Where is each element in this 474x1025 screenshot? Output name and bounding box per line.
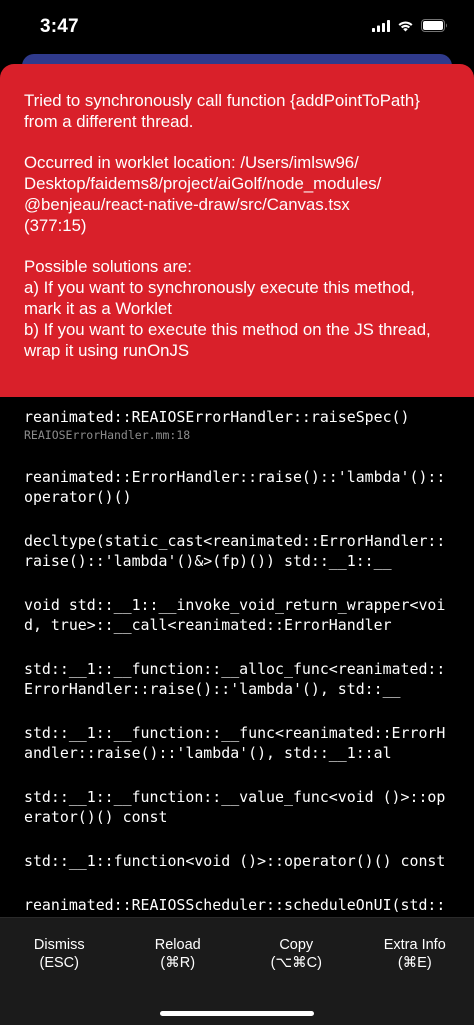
signal-icon <box>372 19 390 32</box>
status-icons <box>372 19 448 32</box>
stack-frame[interactable]: std::__1::__function::__value_func<void … <box>24 787 450 827</box>
extra-info-shortcut: (⌘E) <box>397 955 432 971</box>
error-message: Tried to synchronously call function {ad… <box>24 91 420 131</box>
redbox-error-screen: 3:47 Tried to synchronously call functio… <box>0 0 474 1025</box>
error-location: Occurred in worklet location: /Users/iml… <box>24 153 382 235</box>
stack-frame-text: std::__1::__function::__value_func<void … <box>24 788 446 826</box>
stack-frame-file: REAIOSErrorHandler.mm:18 <box>24 428 191 442</box>
stack-frame-text: void std::__1::__invoke_void_return_wrap… <box>24 596 446 634</box>
status-time: 3:47 <box>40 16 79 37</box>
dismiss-button[interactable]: Dismiss (ESC) <box>0 918 119 1025</box>
stack-frame[interactable]: std::__1::function<void ()>::operator()(… <box>24 851 450 871</box>
extra-info-button[interactable]: Extra Info (⌘E) <box>356 918 474 1025</box>
copy-button[interactable]: Copy (⌥⌘C) <box>237 918 356 1025</box>
stack-frame[interactable]: std::__1::__function::__func<reanimated:… <box>24 723 450 763</box>
stack-frame-text: std::__1::__function::__func<reanimated:… <box>24 724 446 762</box>
home-indicator[interactable] <box>160 1011 314 1016</box>
stack-frame-text: reanimated::ErrorHandler::raise()::'lamb… <box>24 468 446 506</box>
stack-frame[interactable]: std::__1::__function::__alloc_func<reani… <box>24 659 450 699</box>
stack-frame[interactable]: reanimated::REAIOSErrorHandler::raiseSpe… <box>24 407 450 443</box>
stack-frame-text: std::__1::__function::__alloc_func<reani… <box>24 660 446 698</box>
wifi-icon <box>398 21 413 31</box>
stack-frame[interactable]: void std::__1::__invoke_void_return_wrap… <box>24 595 450 635</box>
stack-frame[interactable]: reanimated::ErrorHandler::raise()::'lamb… <box>24 467 450 507</box>
copy-shortcut: (⌥⌘C) <box>270 955 322 971</box>
error-header: Tried to synchronously call function {ad… <box>0 64 474 397</box>
reload-shortcut: (⌘R) <box>160 955 196 971</box>
reload-button[interactable]: Reload (⌘R) <box>119 918 238 1025</box>
reload-label: Reload <box>154 937 201 953</box>
stack-frame[interactable]: reanimated::REAIOSScheduler::scheduleOnU… <box>24 895 450 917</box>
error-solutions: Possible solutions are: a) If you want t… <box>24 257 431 360</box>
stack-frame-text: reanimated::REAIOSErrorHandler::raiseSpe… <box>24 408 410 426</box>
extra-info-label: Extra Info <box>383 937 446 953</box>
stack-frame-text: decltype(static_cast<reanimated::ErrorHa… <box>24 532 446 570</box>
stack-frame-text: std::__1::function<void ()>::operator()(… <box>24 852 446 870</box>
redbox-toolbar: Dismiss (ESC) Reload (⌘R) Copy (⌥⌘C) Ext… <box>0 917 474 1025</box>
stack-trace[interactable]: reanimated::REAIOSErrorHandler::raiseSpe… <box>0 397 474 917</box>
battery-icon <box>421 19 447 32</box>
stack-frame[interactable]: decltype(static_cast<reanimated::ErrorHa… <box>24 531 450 571</box>
dismiss-shortcut: (ESC) <box>39 955 79 971</box>
copy-label: Copy <box>279 937 314 953</box>
stack-frame-text: reanimated::REAIOSScheduler::scheduleOnU… <box>24 896 446 917</box>
status-bar: 3:47 <box>0 0 474 60</box>
dismiss-label: Dismiss <box>33 937 85 953</box>
